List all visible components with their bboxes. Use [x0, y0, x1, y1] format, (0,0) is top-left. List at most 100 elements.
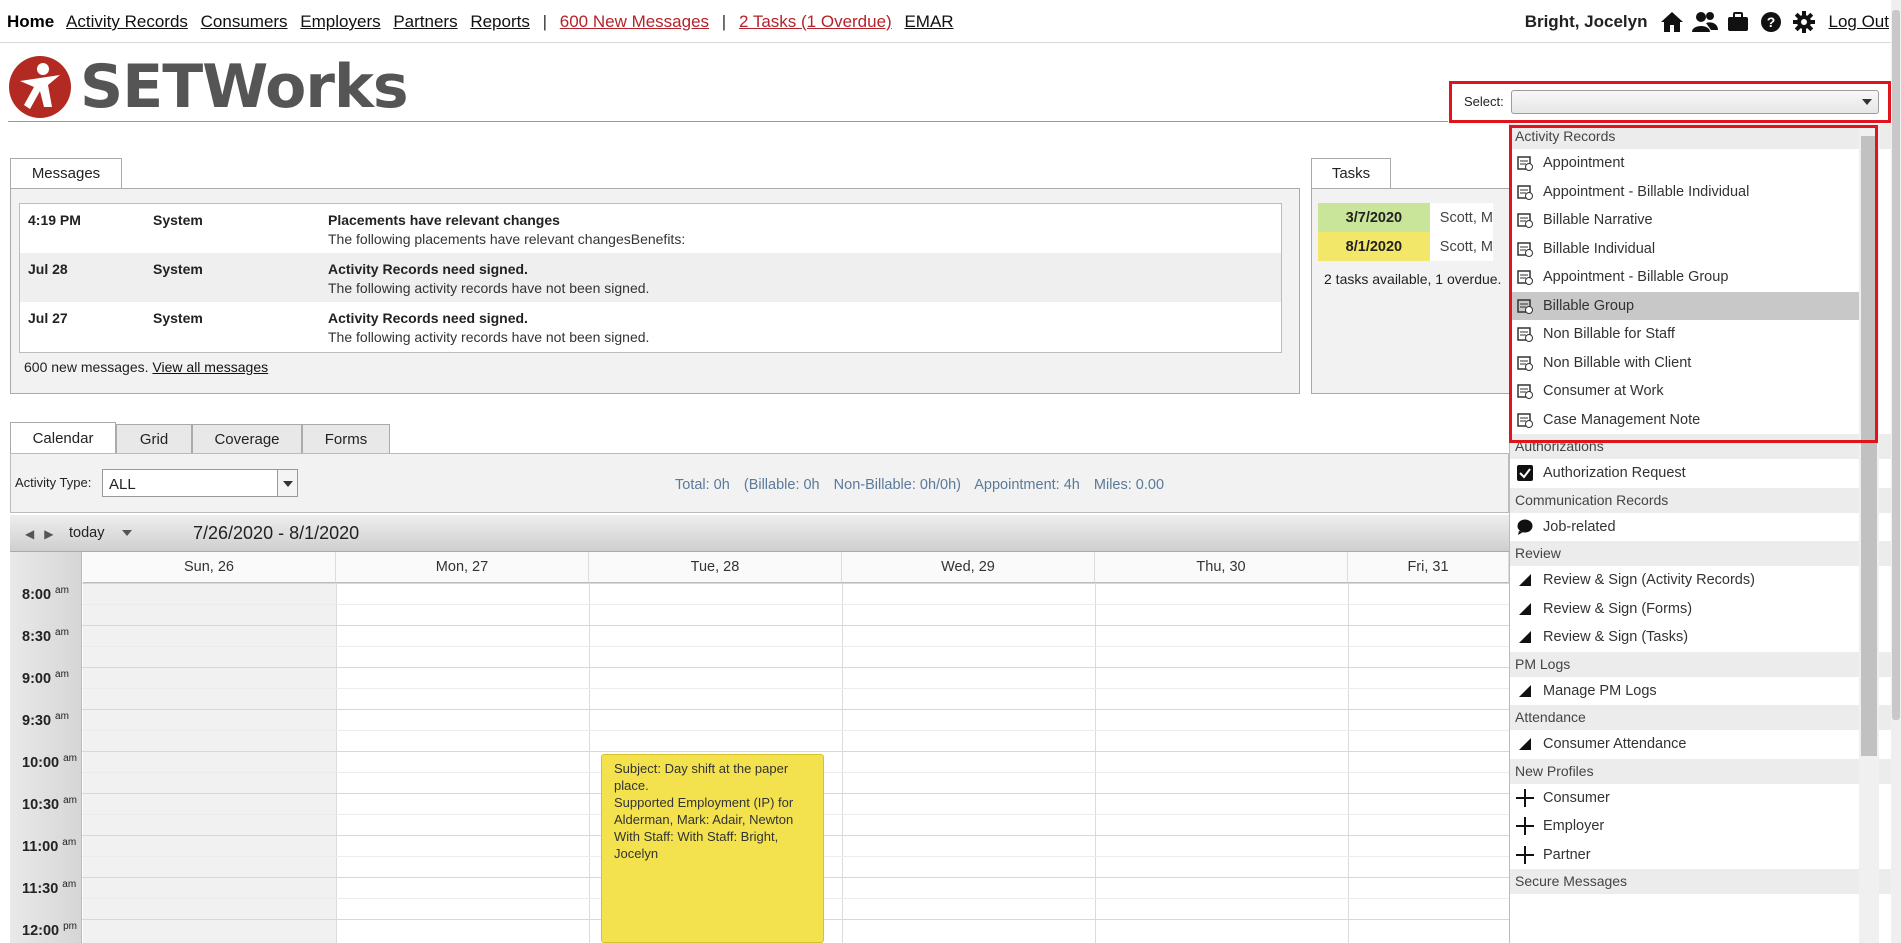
today-caret-icon[interactable] [122, 530, 132, 536]
select-options-list: Activity Records Appointment Appointment… [1509, 124, 1891, 943]
page-scrollbar[interactable] [1891, 0, 1901, 943]
prev-arrow-icon[interactable]: ◀ [25, 527, 44, 541]
select-label: Select: [1464, 94, 1504, 109]
nav-tasks[interactable]: 2 Tasks (1 Overdue) [739, 12, 892, 31]
day-divider [1095, 583, 1096, 943]
group-activity-records: Activity Records [1510, 124, 1891, 149]
option-billable-group[interactable]: Billable Group [1510, 291, 1859, 320]
home-icon[interactable] [1658, 9, 1686, 35]
option-authorization-request[interactable]: Authorization Request [1510, 459, 1859, 488]
option-non-billable-for-staff[interactable]: Non Billable for Staff [1510, 320, 1859, 349]
gear-icon[interactable] [1790, 9, 1818, 35]
message-from: System [153, 212, 203, 228]
help-icon[interactable]: ? [1757, 9, 1785, 35]
day-header-fri: Fri, 31 [1348, 552, 1509, 583]
page-scroll-thumb[interactable] [1892, 10, 1900, 720]
option-new-partner[interactable]: Partner [1510, 841, 1859, 870]
activity-type-value: ALL [109, 476, 136, 493]
message-subject: Activity Records need signed. [328, 310, 528, 326]
slot-line [82, 751, 1509, 752]
message-time: Jul 28 [28, 261, 68, 277]
message-body: The following activity records have not … [328, 329, 650, 345]
option-label: Review & Sign (Activity Records) [1543, 572, 1755, 589]
tab-tasks-label: Tasks [1331, 165, 1371, 182]
chevron-down-icon[interactable] [277, 470, 297, 496]
brand-name: SETWorks [80, 52, 409, 122]
today-button[interactable]: today [69, 525, 104, 541]
tab-calendar[interactable]: Calendar [10, 422, 116, 453]
message-row[interactable]: 4:19 PM System Placements have relevant … [20, 204, 1281, 253]
slot-line [82, 646, 1509, 647]
tab-coverage[interactable]: Coverage [192, 424, 302, 453]
time-ampm: am [55, 669, 69, 680]
option-appointment[interactable]: Appointment [1510, 149, 1859, 178]
option-job-related[interactable]: Job-related [1510, 513, 1859, 542]
option-review-sign-activity-records[interactable]: Review & Sign (Activity Records) [1510, 566, 1859, 595]
activity-type-label: Activity Type: [15, 475, 92, 490]
dropdown-scroll-thumb[interactable] [1861, 136, 1877, 756]
message-subject: Activity Records need signed. [328, 261, 528, 277]
activity-type-select[interactable]: ALL [102, 469, 298, 497]
nav-employers[interactable]: Employers [300, 12, 380, 31]
slot-line [82, 709, 1509, 710]
next-arrow-icon[interactable]: ▶ [44, 527, 63, 541]
nav-reports[interactable]: Reports [470, 12, 530, 31]
nav-activity-records[interactable]: Activity Records [66, 12, 188, 31]
appointment-hours: Appointment: 4h [974, 477, 1080, 493]
task-row[interactable]: 3/7/2020 Scott, M [1318, 203, 1493, 232]
tab-messages[interactable]: Messages [10, 158, 122, 188]
option-non-billable-with-client[interactable]: Non Billable with Client [1510, 349, 1859, 378]
option-billable-individual[interactable]: Billable Individual [1510, 235, 1859, 264]
nav-partners[interactable]: Partners [393, 12, 457, 31]
dropdown-scrollbar[interactable] [1859, 124, 1879, 943]
tab-grid[interactable]: Grid [116, 424, 192, 453]
option-label: Manage PM Logs [1543, 682, 1657, 699]
nav-new-messages[interactable]: 600 New Messages [560, 12, 709, 31]
users-icon[interactable] [1691, 9, 1719, 35]
task-row[interactable]: 8/1/2020 Scott, M [1318, 232, 1493, 261]
header-divider [8, 121, 1448, 122]
nav-home[interactable]: Home [7, 12, 54, 31]
option-billable-narrative[interactable]: Billable Narrative [1510, 206, 1859, 235]
group-new-profiles: New Profiles [1510, 758, 1891, 784]
plus-icon [1516, 788, 1534, 807]
prev-next-arrows[interactable]: ◀▶ [25, 527, 63, 541]
option-consumer-at-work[interactable]: Consumer at Work [1510, 377, 1859, 406]
option-consumer-attendance[interactable]: Consumer Attendance [1510, 730, 1859, 759]
nav-user-area: Bright, Jocelyn ? Log Out [1525, 9, 1889, 35]
tab-calendar-label: Calendar [32, 429, 94, 447]
time-label: 8:30 am [10, 627, 82, 645]
chevron-down-icon[interactable] [1862, 99, 1872, 105]
nav-consumers[interactable]: Consumers [201, 12, 288, 31]
option-new-consumer[interactable]: Consumer [1510, 784, 1859, 813]
option-review-sign-forms[interactable]: Review & Sign (Forms) [1510, 595, 1859, 624]
option-manage-pm-logs[interactable]: Manage PM Logs [1510, 677, 1859, 706]
sunday-column [83, 583, 336, 943]
time-value: 11:00 [22, 838, 59, 855]
message-row[interactable]: Jul 27 System Activity Records need sign… [20, 302, 1281, 351]
setworks-logo[interactable]: SETWorks [8, 52, 409, 122]
day-divider [336, 583, 337, 943]
option-new-employer[interactable]: Employer [1510, 812, 1859, 841]
briefcase-icon[interactable] [1724, 9, 1752, 35]
option-label: Case Management Note [1543, 411, 1701, 428]
option-case-management-note[interactable]: Case Management Note [1510, 406, 1859, 435]
time-label: 11:00 am [10, 837, 82, 855]
tasks-table: 3/7/2020 Scott, M 8/1/2020 Scott, M [1318, 203, 1493, 261]
message-from: System [153, 310, 203, 326]
tab-forms[interactable]: Forms [302, 424, 390, 453]
nav-emar[interactable]: EMAR [904, 12, 953, 31]
option-appointment-billable-group[interactable]: Appointment - Billable Group [1510, 263, 1859, 292]
messages-footer: 600 new messages. View all messages [24, 359, 268, 375]
tab-tasks[interactable]: Tasks [1311, 158, 1391, 188]
view-all-messages-link[interactable]: View all messages [152, 359, 268, 375]
option-review-sign-tasks[interactable]: Review & Sign (Tasks) [1510, 623, 1859, 652]
calendar-event[interactable]: Subject: Day shift at the paper place. S… [601, 754, 824, 943]
slot-line [82, 688, 1509, 689]
option-label: Non Billable for Staff [1543, 326, 1675, 343]
message-row[interactable]: Jul 28 System Activity Records need sign… [20, 253, 1281, 302]
logout-link[interactable]: Log Out [1829, 12, 1890, 32]
time-ampm: am [62, 879, 77, 890]
select-dropdown[interactable] [1511, 90, 1879, 114]
option-appointment-billable-individual[interactable]: Appointment - Billable Individual [1510, 178, 1859, 207]
